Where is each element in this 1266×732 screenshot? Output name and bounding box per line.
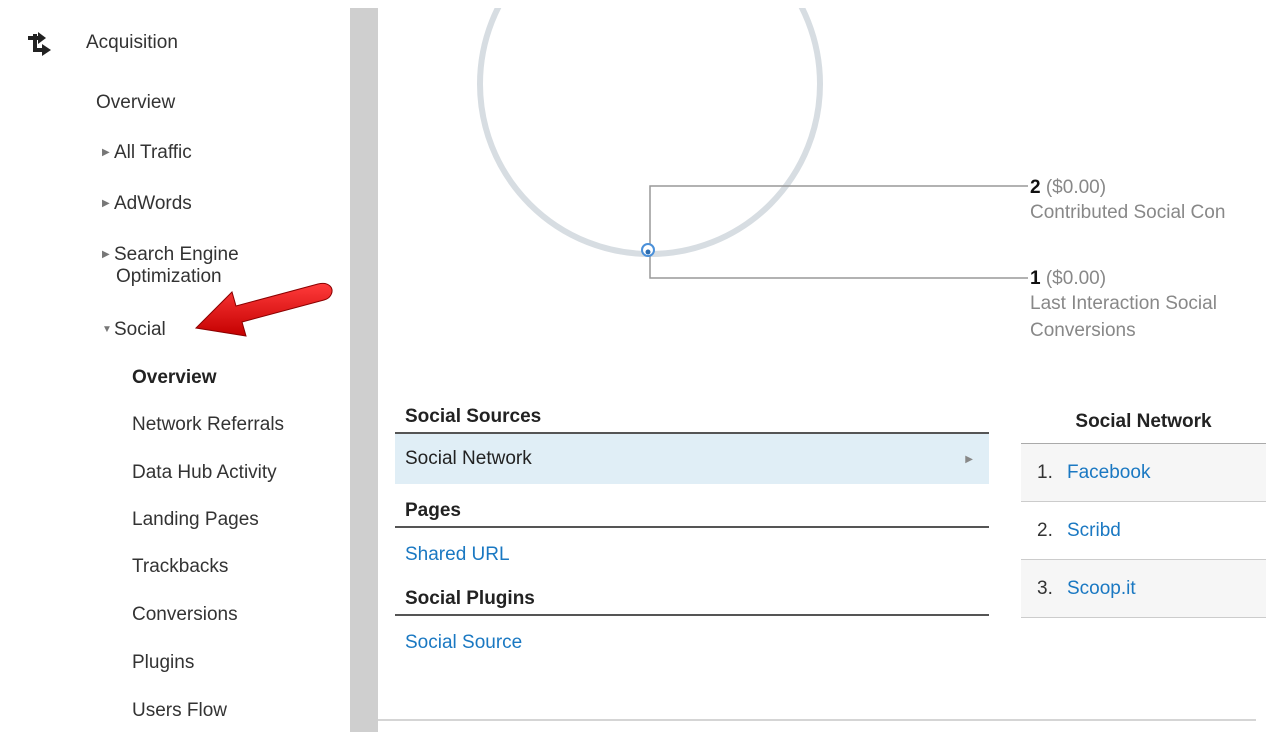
last-interaction-label-line2: Conversions (1030, 320, 1136, 341)
row-index: 1. (1037, 461, 1053, 483)
sidebar-item-label: Social (114, 319, 166, 340)
social-network-row-label: Social Network (405, 448, 532, 469)
sidebar-subitem-conversions[interactable]: Conversions (132, 604, 238, 626)
social-source-link[interactable]: Social Source (395, 616, 989, 668)
social-network-row[interactable]: Social Network ▶ (395, 434, 989, 484)
last-interaction-label-line1: Last Interaction Social (1030, 293, 1217, 314)
sidebar-subitem-landing-pages[interactable]: Landing Pages (132, 509, 259, 531)
sidebar: Acquisition Overview ▶ All Traffic ▶ AdWor… (8, 8, 350, 732)
sidebar-item-label: All Traffic (114, 142, 192, 163)
sidebar-scrollbar[interactable] (350, 8, 378, 732)
contributed-conversions: 2 ($0.00) Contributed Social Con (1030, 177, 1225, 226)
chevron-right-icon: ▶ (965, 453, 973, 465)
row-index: 2. (1037, 519, 1053, 541)
sidebar-subitem-data-hub-activity[interactable]: Data Hub Activity (132, 462, 277, 484)
network-link-scribd[interactable]: Scribd (1067, 520, 1121, 542)
table-row: 2. Scribd (1021, 502, 1266, 560)
pages-header: Pages (395, 492, 989, 528)
contributed-value: ($0.00) (1045, 177, 1107, 198)
sidebar-item-overview[interactable]: Overview (96, 92, 175, 114)
caret-right-icon: ▶ (102, 249, 110, 260)
sidebar-subitem-label: Data Hub Activity (132, 462, 277, 483)
sidebar-subitem-label: Users Flow (132, 700, 228, 721)
contributed-count: 2 (1030, 177, 1041, 198)
nav-section-acquisition[interactable]: Acquisition (8, 8, 350, 78)
social-network-table: Social Network 1. Facebook 2. Scribd 3. … (1021, 398, 1266, 618)
caret-right-icon: ▶ (102, 147, 110, 158)
table-row: 1. Facebook (1021, 444, 1266, 502)
divider (378, 719, 1256, 721)
main-content: 2 ($0.00) Contributed Social Con 1 ($0.0… (378, 8, 1266, 732)
sidebar-subitem-overview[interactable]: Overview (132, 367, 217, 389)
sidebar-subitem-plugins[interactable]: Plugins (132, 652, 194, 674)
sidebar-item-social[interactable]: ▼ Social (102, 319, 166, 341)
shared-url-link[interactable]: Shared URL (395, 528, 989, 580)
sidebar-subitem-label: Overview (132, 367, 217, 388)
callout-line-contributed (649, 185, 1028, 250)
section-label-acquisition: Acquisition (86, 32, 178, 53)
caret-down-icon: ▼ (102, 324, 112, 335)
social-sources-header: Social Sources (395, 398, 989, 434)
sidebar-item-adwords[interactable]: ▶ AdWords (102, 193, 192, 215)
last-interaction-value: ($0.00) (1045, 268, 1107, 289)
callout-line-last-interaction (649, 250, 1028, 279)
row-index: 3. (1037, 577, 1053, 599)
sidebar-item-label: Overview (96, 92, 176, 113)
social-sources-panel: Social Sources Social Network ▶ Pages Sh… (395, 398, 989, 668)
sidebar-subitem-label: Plugins (132, 652, 195, 673)
social-network-header: Social Network (1021, 398, 1266, 444)
network-link-facebook[interactable]: Facebook (1067, 462, 1150, 484)
sidebar-item-label: Search Engine (114, 244, 239, 265)
table-row: 3. Scoop.it (1021, 560, 1266, 618)
sidebar-subitem-label: Landing Pages (132, 509, 259, 530)
sidebar-subitem-label: Conversions (132, 604, 238, 625)
sidebar-subitem-network-referrals[interactable]: Network Referrals (132, 414, 284, 436)
sidebar-item-all-traffic[interactable]: ▶ All Traffic (102, 142, 192, 164)
social-plugins-header: Social Plugins (395, 580, 989, 616)
sidebar-item-label: AdWords (114, 193, 192, 214)
sidebar-subitem-label: Trackbacks (132, 556, 229, 577)
last-interaction-count: 1 (1030, 268, 1041, 289)
sidebar-subitem-trackbacks[interactable]: Trackbacks (132, 556, 228, 578)
caret-right-icon: ▶ (102, 198, 110, 209)
red-arrow-icon (194, 282, 333, 337)
acquisition-arrows-icon (28, 32, 51, 56)
sidebar-subitem-label: Network Referrals (132, 414, 285, 435)
contributed-label: Contributed Social Con (1030, 202, 1226, 223)
sidebar-subitem-users-flow[interactable]: Users Flow (132, 700, 227, 722)
network-link-scoopit[interactable]: Scoop.it (1067, 578, 1136, 600)
last-interaction-conversions: 1 ($0.00) Last Interaction Social Conver… (1030, 268, 1217, 344)
